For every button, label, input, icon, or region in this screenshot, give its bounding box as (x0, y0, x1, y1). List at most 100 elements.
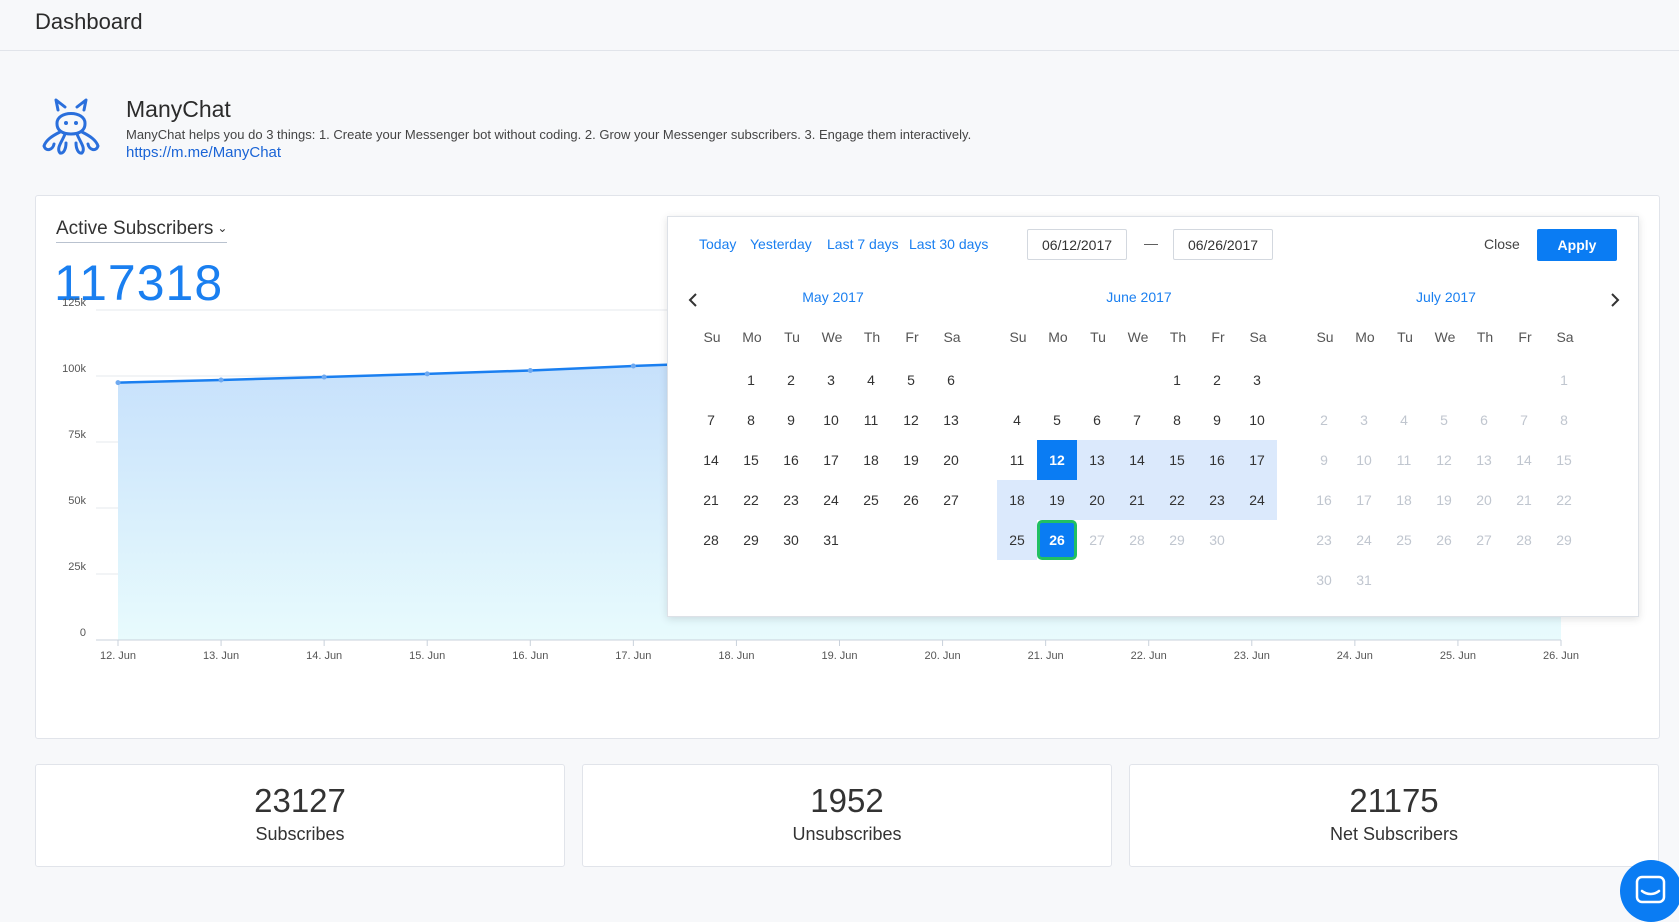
calendar-day[interactable]: 30 (771, 520, 811, 560)
calendar-day[interactable]: 2 (771, 360, 811, 400)
calendar-day[interactable]: 19 (891, 440, 931, 480)
calendar-day[interactable]: 4 (1384, 400, 1424, 440)
preset-last-30-days[interactable]: Last 30 days (909, 236, 988, 252)
calendar-day[interactable]: 21 (691, 480, 731, 520)
calendar-day[interactable]: 3 (1237, 360, 1277, 400)
calendar-day[interactable]: 16 (771, 440, 811, 480)
calendar-day[interactable]: 7 (1504, 400, 1544, 440)
calendar-day[interactable]: 22 (731, 480, 771, 520)
calendar-day[interactable]: 3 (1344, 400, 1384, 440)
calendar-day[interactable]: 14 (691, 440, 731, 480)
calendar-day[interactable]: 1 (1157, 360, 1197, 400)
calendar-day[interactable]: 16 (1304, 480, 1344, 520)
calendar-day[interactable]: 27 (1077, 520, 1117, 560)
calendar-day[interactable]: 14 (1117, 440, 1157, 480)
calendar-day[interactable]: 3 (811, 360, 851, 400)
calendar-day[interactable]: 21 (1117, 480, 1157, 520)
calendar-day[interactable]: 25 (1384, 520, 1424, 560)
calendar-day[interactable]: 20 (1077, 480, 1117, 520)
end-date-input[interactable] (1173, 229, 1273, 260)
calendar-day[interactable]: 9 (1197, 400, 1237, 440)
calendar-day[interactable]: 25 (851, 480, 891, 520)
calendar-day[interactable]: 17 (1237, 440, 1277, 480)
calendar-day[interactable]: 5 (1424, 400, 1464, 440)
calendar-day[interactable]: 17 (811, 440, 851, 480)
calendar-day[interactable]: 11 (851, 400, 891, 440)
calendar-day[interactable]: 9 (771, 400, 811, 440)
calendar-day[interactable]: 30 (1197, 520, 1237, 560)
apply-button[interactable]: Apply (1537, 229, 1617, 261)
calendar-day[interactable]: 1 (1544, 360, 1584, 400)
calendar-day[interactable]: 26 (1037, 520, 1077, 560)
calendar-day[interactable]: 10 (1237, 400, 1277, 440)
data-point[interactable] (115, 380, 121, 386)
calendar-day[interactable]: 15 (731, 440, 771, 480)
calendar-day[interactable]: 6 (1077, 400, 1117, 440)
calendar-day[interactable]: 30 (1304, 560, 1344, 600)
calendar-day[interactable]: 12 (1037, 440, 1077, 480)
calendar-day[interactable]: 23 (771, 480, 811, 520)
calendar-day[interactable]: 24 (1237, 480, 1277, 520)
calendar-day[interactable]: 15 (1157, 440, 1197, 480)
calendar-day[interactable]: 13 (931, 400, 971, 440)
calendar-day[interactable]: 2 (1304, 400, 1344, 440)
calendar-day[interactable]: 24 (1344, 520, 1384, 560)
calendar-day[interactable]: 6 (931, 360, 971, 400)
calendar-day[interactable]: 11 (997, 440, 1037, 480)
calendar-day[interactable]: 5 (891, 360, 931, 400)
calendar-day[interactable]: 28 (691, 520, 731, 560)
calendar-day[interactable]: 19 (1037, 480, 1077, 520)
calendar-day[interactable]: 17 (1344, 480, 1384, 520)
calendar-day[interactable]: 29 (731, 520, 771, 560)
calendar-day[interactable]: 18 (851, 440, 891, 480)
calendar-day[interactable]: 6 (1464, 400, 1504, 440)
calendar-day[interactable]: 4 (997, 400, 1037, 440)
calendar-day[interactable]: 29 (1544, 520, 1584, 560)
preset-yesterday[interactable]: Yesterday (750, 236, 812, 252)
calendar-day[interactable]: 25 (997, 520, 1037, 560)
chat-widget-button[interactable] (1620, 860, 1679, 922)
calendar-day[interactable]: 12 (891, 400, 931, 440)
calendar-day[interactable]: 20 (931, 440, 971, 480)
data-point[interactable] (424, 371, 430, 377)
calendar-day[interactable]: 28 (1504, 520, 1544, 560)
calendar-day[interactable]: 13 (1464, 440, 1504, 480)
calendar-day[interactable]: 27 (931, 480, 971, 520)
close-button[interactable]: Close (1484, 236, 1520, 252)
calendar-day[interactable]: 26 (891, 480, 931, 520)
calendar-day[interactable]: 21 (1504, 480, 1544, 520)
calendar-day[interactable]: 23 (1197, 480, 1237, 520)
calendar-day[interactable]: 13 (1077, 440, 1117, 480)
calendar-day[interactable]: 10 (811, 400, 851, 440)
calendar-day[interactable]: 11 (1384, 440, 1424, 480)
bot-link[interactable]: https://m.me/ManyChat (126, 144, 281, 161)
data-point[interactable] (321, 374, 327, 380)
calendar-day[interactable]: 8 (731, 400, 771, 440)
calendar-day[interactable]: 2 (1197, 360, 1237, 400)
calendar-day[interactable]: 8 (1157, 400, 1197, 440)
calendar-day[interactable]: 4 (851, 360, 891, 400)
calendar-day[interactable]: 31 (811, 520, 851, 560)
calendar-day[interactable]: 26 (1424, 520, 1464, 560)
calendar-day[interactable]: 7 (1117, 400, 1157, 440)
calendar-day[interactable]: 15 (1544, 440, 1584, 480)
calendar-day[interactable]: 8 (1544, 400, 1584, 440)
calendar-day[interactable]: 31 (1344, 560, 1384, 600)
calendar-day[interactable]: 23 (1304, 520, 1344, 560)
calendar-day[interactable]: 7 (691, 400, 731, 440)
start-date-input[interactable] (1027, 229, 1127, 260)
calendar-day[interactable]: 27 (1464, 520, 1504, 560)
calendar-day[interactable]: 20 (1464, 480, 1504, 520)
calendar-day[interactable]: 9 (1304, 440, 1344, 480)
calendar-day[interactable]: 24 (811, 480, 851, 520)
calendar-day[interactable]: 22 (1544, 480, 1584, 520)
chevron-right-icon[interactable] (1604, 290, 1624, 310)
calendar-day[interactable]: 14 (1504, 440, 1544, 480)
calendar-day[interactable]: 22 (1157, 480, 1197, 520)
calendar-day[interactable]: 18 (1384, 480, 1424, 520)
calendar-day[interactable]: 5 (1037, 400, 1077, 440)
calendar-day[interactable]: 16 (1197, 440, 1237, 480)
calendar-day[interactable]: 10 (1344, 440, 1384, 480)
data-point[interactable] (527, 367, 533, 373)
calendar-day[interactable]: 28 (1117, 520, 1157, 560)
